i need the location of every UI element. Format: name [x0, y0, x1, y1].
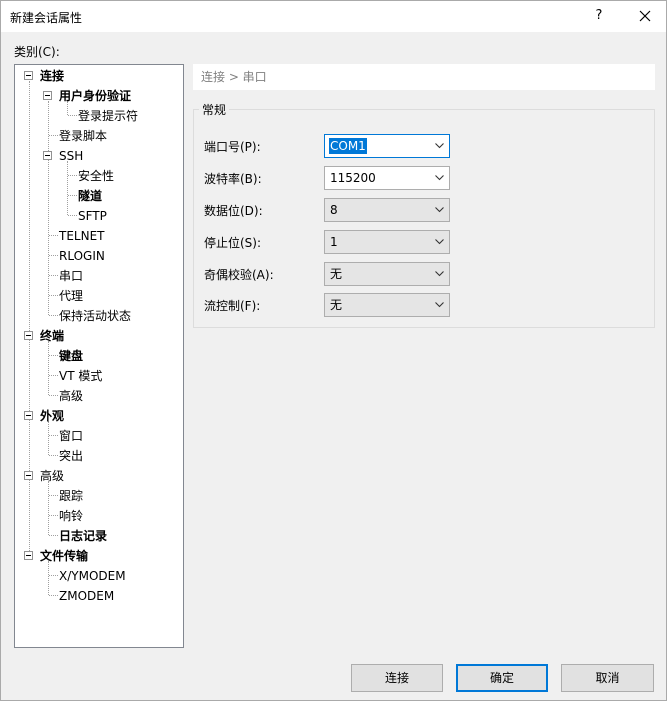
tree-item-window[interactable]: 窗口 [59, 427, 83, 445]
tree-line [49, 135, 58, 136]
tree-line [49, 495, 58, 496]
tree-line [48, 561, 49, 595]
tree-line [49, 355, 58, 356]
tree-line [49, 375, 58, 376]
chevron-down-icon [435, 239, 444, 245]
tree-line [68, 195, 77, 196]
tree-item-file-transfer[interactable]: 文件传输 [40, 547, 88, 565]
tree-line [48, 481, 49, 535]
tree-item-connection[interactable]: 连接 [40, 67, 64, 85]
connect-button[interactable]: 连接 [351, 664, 443, 692]
tree-line [49, 395, 58, 396]
baud-label: 波特率(B): [204, 172, 262, 186]
chevron-down-icon [435, 207, 444, 213]
tree-item-ssh[interactable]: SSH [59, 147, 83, 165]
window-title: 新建会话属性 [10, 11, 83, 25]
baud-value: 115200 [330, 171, 376, 185]
stop-bits-value: 1 [330, 235, 338, 249]
tree-line [49, 575, 58, 576]
collapse-icon[interactable] [43, 151, 52, 160]
tree-line [49, 535, 58, 536]
tree-item-security[interactable]: 安全性 [78, 167, 114, 185]
breadcrumb: 连接 > 串口 [193, 64, 655, 90]
tree-line [49, 235, 58, 236]
tree-item-bell[interactable]: 响铃 [59, 507, 83, 525]
flow-control-label: 流控制(F): [204, 299, 261, 313]
tree-line [68, 115, 77, 116]
tree-item-trace[interactable]: 跟踪 [59, 487, 83, 505]
collapse-icon[interactable] [24, 551, 33, 560]
tree-item-serial[interactable]: 串口 [59, 267, 83, 285]
stop-bits-select[interactable]: 1 [324, 230, 450, 254]
stop-bits-label: 停止位(S): [204, 236, 262, 250]
tree-line [49, 455, 58, 456]
baud-select[interactable]: 115200 [324, 166, 450, 190]
tree-item-logging[interactable]: 日志记录 [59, 527, 107, 545]
tree-line [68, 175, 77, 176]
collapse-icon[interactable] [43, 91, 52, 100]
help-button[interactable]: ? [585, 4, 613, 28]
tree-item-terminal[interactable]: 终端 [40, 327, 64, 345]
tree-item-keep-alive[interactable]: 保持活动状态 [59, 307, 131, 325]
category-label: 类别(C): [14, 45, 60, 59]
port-label: 端口号(P): [204, 140, 261, 154]
tree-item-appearance[interactable]: 外观 [40, 407, 64, 425]
tree-item-keyboard[interactable]: 键盘 [59, 347, 83, 365]
tree-line [48, 421, 49, 455]
tree-line [29, 81, 30, 555]
parity-label: 奇偶校验(A): [204, 268, 274, 282]
title-bar: 新建会话属性 ? [1, 1, 666, 32]
data-bits-value: 8 [330, 203, 338, 217]
collapse-icon[interactable] [24, 331, 33, 340]
parity-select[interactable]: 无 [324, 262, 450, 286]
tree-line [49, 295, 58, 296]
flow-control-select[interactable]: 无 [324, 293, 450, 317]
port-value: COM1 [329, 138, 367, 154]
parity-value: 无 [330, 267, 343, 281]
cancel-button[interactable]: 取消 [561, 664, 654, 692]
tree-item-login-scripts[interactable]: 登录脚本 [59, 127, 107, 145]
general-group-title: 常规 [199, 101, 230, 118]
tree-line [48, 341, 49, 395]
tree-item-highlight[interactable]: 突出 [59, 447, 83, 465]
data-bits-label: 数据位(D): [204, 204, 263, 218]
collapse-icon[interactable] [24, 471, 33, 480]
flow-control-value: 无 [330, 298, 343, 312]
tree-line [49, 255, 58, 256]
data-bits-select[interactable]: 8 [324, 198, 450, 222]
tree-line [68, 215, 77, 216]
collapse-icon[interactable] [24, 71, 33, 80]
tree-item-xymodem[interactable]: X/YMODEM [59, 567, 126, 585]
tree-item-terminal-advanced[interactable]: 高级 [59, 387, 83, 405]
tree-item-sftp[interactable]: SFTP [78, 207, 107, 225]
category-tree[interactable]: 连接 用户身份验证 登录提示符 登录脚本 SSH 安全性 隧道 SFTP TEL… [14, 64, 184, 648]
port-select[interactable]: COM1 [324, 134, 450, 158]
chevron-down-icon [435, 302, 444, 308]
tree-line [49, 515, 58, 516]
tree-item-user-auth[interactable]: 用户身份验证 [59, 87, 131, 105]
tree-item-tunneling[interactable]: 隧道 [78, 187, 102, 205]
tree-line [49, 595, 58, 596]
collapse-icon[interactable] [24, 411, 33, 420]
close-button[interactable] [631, 4, 659, 28]
tree-item-rlogin[interactable]: RLOGIN [59, 247, 105, 265]
ok-button[interactable]: 确定 [456, 664, 548, 692]
tree-item-zmodem[interactable]: ZMODEM [59, 587, 114, 605]
tree-line [49, 315, 58, 316]
tree-line [48, 101, 49, 315]
tree-line [67, 161, 68, 215]
tree-item-advanced[interactable]: 高级 [40, 467, 64, 485]
chevron-down-icon [435, 143, 444, 149]
tree-line [49, 435, 58, 436]
tree-item-telnet[interactable]: TELNET [59, 227, 105, 245]
tree-item-vt-modes[interactable]: VT 模式 [59, 367, 102, 385]
session-properties-dialog: 新建会话属性 ? 类别(C): 连接 用户身份验证 登录提示符 登录脚本 SSH… [0, 0, 667, 701]
chevron-down-icon [435, 175, 444, 181]
tree-item-login-prompts[interactable]: 登录提示符 [78, 107, 138, 125]
tree-line [49, 275, 58, 276]
chevron-down-icon [435, 271, 444, 277]
tree-item-proxy[interactable]: 代理 [59, 287, 83, 305]
close-icon [639, 10, 651, 22]
